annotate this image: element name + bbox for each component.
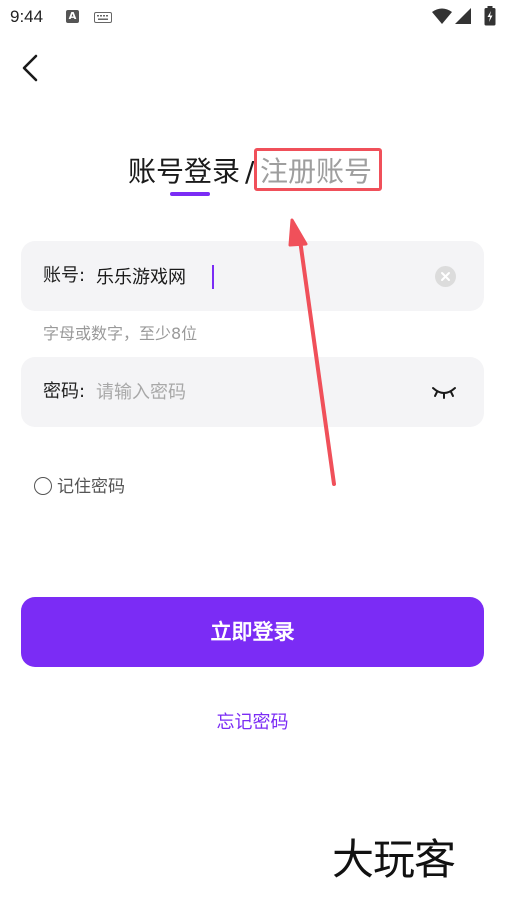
login-register-tabs: 账号登录 / 注册账号 [0, 150, 505, 196]
text-caret [212, 265, 214, 289]
active-tab-indicator [170, 192, 210, 196]
wifi-icon [432, 8, 452, 24]
back-button[interactable] [14, 50, 50, 86]
status-time: 9:44 [10, 7, 44, 26]
account-label: 账号: [43, 265, 86, 286]
annotation-arrow [288, 218, 336, 486]
a-notification-icon: A [66, 10, 79, 23]
password-label: 密码: [43, 381, 86, 402]
clear-circle-icon[interactable] [435, 266, 456, 287]
account-field[interactable]: 账号: [21, 241, 484, 311]
tab-account-login[interactable]: 账号登录 [128, 150, 240, 194]
eye-closed-icon[interactable] [431, 383, 457, 401]
remember-radio[interactable] [34, 477, 52, 495]
chevron-left-icon [22, 54, 38, 82]
status-bar: 9:44 A [0, 0, 505, 34]
password-field[interactable]: 密码: [21, 357, 484, 427]
forgot-password-link[interactable]: 忘记密码 [0, 708, 505, 734]
battery-icon [484, 6, 496, 26]
remember-label: 记住密码 [57, 477, 125, 497]
account-hint: 字母或数字，至少8位 [43, 324, 198, 343]
watermark-logo: 大玩客 [332, 835, 456, 884]
login-button[interactable]: 立即登录 [21, 597, 484, 667]
password-input[interactable] [96, 357, 416, 427]
account-input[interactable] [96, 241, 416, 311]
annotation-highlight-box [254, 148, 382, 191]
keyboard-icon [94, 12, 112, 23]
signal-icon [455, 8, 471, 24]
